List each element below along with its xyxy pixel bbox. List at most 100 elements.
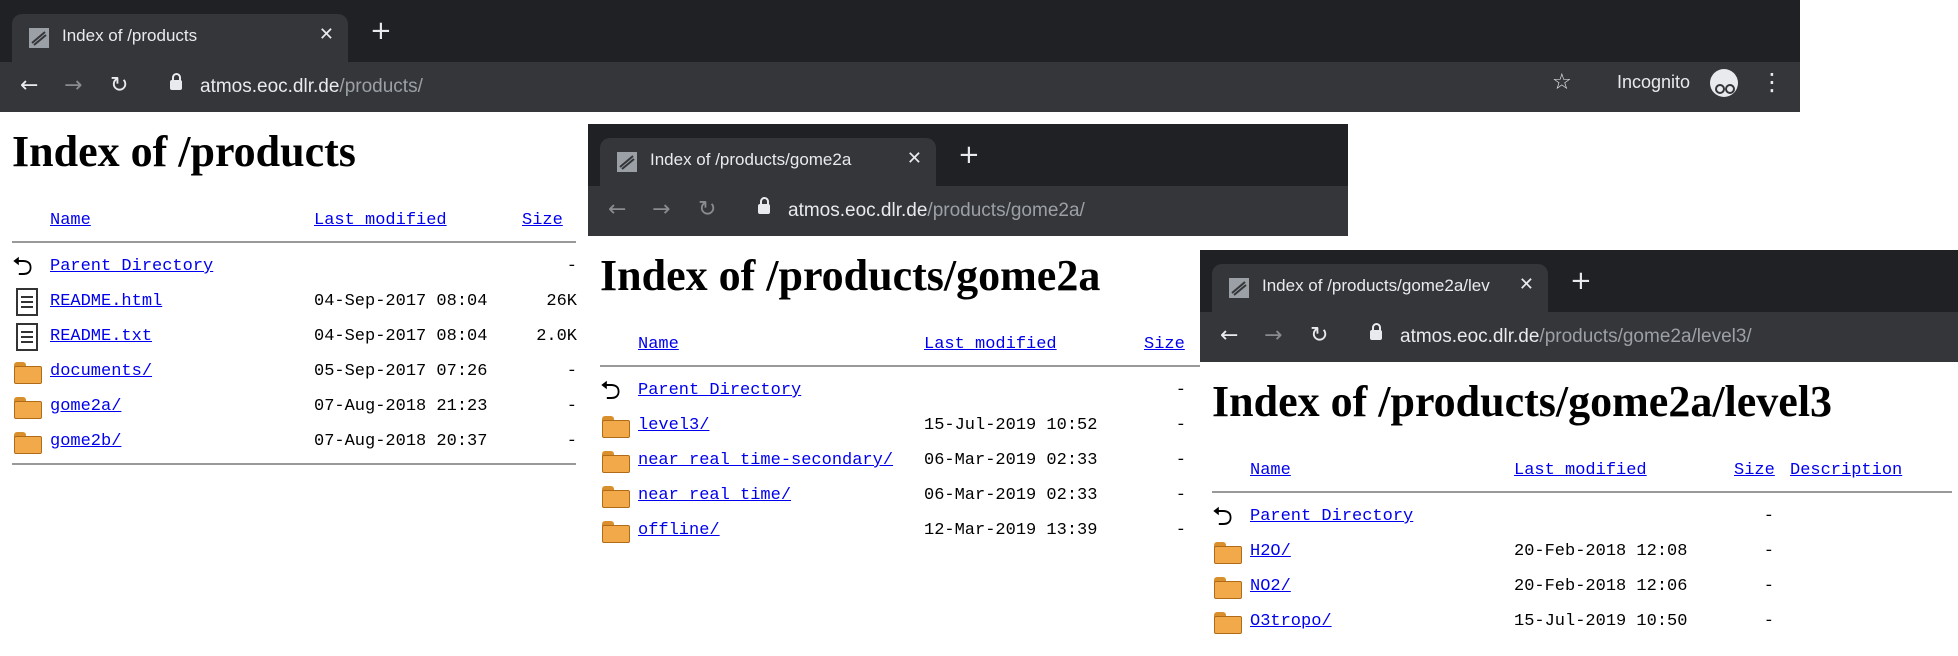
back-icon[interactable]: ←: [1220, 324, 1238, 348]
address-bar[interactable]: atmos.eoc.dlr.de/products/: [160, 68, 1768, 106]
listing-row: README.html 04-Sep-2017 08:04 26K: [12, 288, 577, 323]
sort-by-name-link[interactable]: Name: [1250, 461, 1291, 480]
sort-by-name-link[interactable]: Name: [50, 211, 91, 230]
entry-link[interactable]: near_real_time/: [638, 486, 791, 505]
forward-icon[interactable]: →: [64, 74, 82, 98]
entry-link[interactable]: gome2b/: [50, 432, 121, 451]
entry-link[interactable]: NO2/: [1250, 577, 1291, 596]
tab-strip: Index of /products/gome2a ✕ +: [588, 124, 1348, 186]
sort-by-description-link[interactable]: Description: [1790, 461, 1902, 480]
entry-size: -: [566, 397, 577, 416]
reload-icon[interactable]: ↻: [1310, 324, 1328, 348]
entry-size: 26K: [546, 292, 577, 311]
sort-by-modified-link[interactable]: Last modified: [314, 211, 447, 230]
bookmark-star-icon[interactable]: ☆: [1552, 70, 1572, 95]
address-bar[interactable]: atmos.eoc.dlr.de/products/gome2a/: [748, 192, 1316, 230]
listing-row: ⮌ Parent Directory -: [1212, 503, 1952, 538]
entry-link[interactable]: offline/: [638, 521, 720, 540]
parent-directory-icon: ⮌: [12, 252, 33, 282]
address-bar[interactable]: atmos.eoc.dlr.de/products/gome2a/level3/: [1360, 318, 1926, 356]
entry-link[interactable]: H2O/: [1250, 542, 1291, 561]
folder-icon: [602, 486, 630, 508]
close-tab-icon[interactable]: ✕: [907, 148, 922, 169]
folder-icon: [602, 416, 630, 438]
parent-directory-icon: ⮌: [1212, 502, 1233, 532]
directory-listing: Name Last modified Size ⮌ Parent Director…: [600, 331, 1200, 552]
folder-icon: [602, 521, 630, 543]
new-tab-icon[interactable]: +: [1570, 268, 1592, 294]
new-tab-icon[interactable]: +: [370, 18, 392, 44]
reload-icon[interactable]: ↻: [110, 74, 128, 98]
document-icon: [16, 288, 38, 316]
header-divider: [1212, 491, 1952, 493]
sort-by-size-link[interactable]: Size: [522, 211, 563, 230]
directory-listing: Name Last modified Size Description ⮌ Par…: [1212, 457, 1952, 643]
toolbar: ← → ↻ atmos.eoc.dlr.de/products/gome2a/: [588, 186, 1348, 236]
tab-level3[interactable]: Index of /products/gome2a/lev ✕: [1212, 264, 1548, 312]
entry-size: -: [566, 432, 577, 451]
folder-icon: [1214, 542, 1242, 564]
listing-row: near_real_time/06-Mar-2019 02:33 -: [600, 482, 1200, 517]
folder-icon: [1214, 577, 1242, 599]
sort-by-size-link[interactable]: Size: [1144, 335, 1185, 354]
sort-by-name-link[interactable]: Name: [638, 335, 679, 354]
tab-strip: Index of /products/gome2a/lev ✕ +: [1200, 250, 1958, 312]
entry-link[interactable]: O3tropo/: [1250, 612, 1332, 631]
entry-modified: 20-Feb-2018 12:06: [1514, 577, 1688, 596]
entry-link[interactable]: README.html: [50, 292, 162, 311]
listing-row: README.txt 04-Sep-2017 08:04 2.0K: [12, 323, 577, 358]
listing-row: ⮌ Parent Directory -: [600, 377, 1200, 412]
forward-icon[interactable]: →: [1264, 324, 1282, 348]
entry-link[interactable]: Parent Directory: [50, 257, 213, 276]
back-icon[interactable]: ←: [20, 74, 38, 98]
entry-link[interactable]: Parent Directory: [1250, 507, 1413, 526]
page-content: Index of /products/gome2a/level3 Name La…: [1200, 376, 1958, 643]
close-tab-icon[interactable]: ✕: [319, 24, 334, 45]
entry-link[interactable]: Parent Directory: [638, 381, 801, 400]
listing-row: documents/05-Sep-2017 07:26 -: [12, 358, 577, 393]
incognito-icon[interactable]: [1710, 69, 1738, 97]
back-icon[interactable]: ←: [608, 198, 626, 222]
entry-modified: 15-Jul-2019 10:50: [1514, 612, 1688, 631]
entry-link[interactable]: level3/: [638, 416, 709, 435]
lock-icon: [758, 197, 770, 214]
entry-link[interactable]: README.txt: [50, 327, 152, 346]
entry-size: -: [566, 362, 577, 381]
tab-gome2a[interactable]: Index of /products/gome2a ✕: [600, 138, 936, 186]
entry-modified: 07-Aug-2018 20:37: [314, 432, 488, 451]
menu-icon[interactable]: ⋮: [1760, 68, 1784, 96]
entry-modified: 15-Jul-2019 10:52: [924, 416, 1098, 435]
footer-divider: [12, 463, 576, 465]
entry-size: -: [1175, 416, 1186, 435]
listing-header: Name Last modified Size: [12, 207, 576, 233]
sort-by-modified-link[interactable]: Last modified: [1514, 461, 1647, 480]
page-title: Index of /products/gome2a/level3: [1212, 377, 1833, 426]
tab-strip: Index of /products ✕ +: [0, 0, 1800, 62]
entry-size: -: [1763, 542, 1774, 561]
listing-row: gome2b/07-Aug-2018 20:37 -: [12, 428, 577, 463]
listing-row: O3tropo/15-Jul-2019 10:50 -: [1212, 608, 1952, 643]
dlr-favicon-icon: [29, 28, 49, 48]
folder-icon: [14, 362, 42, 384]
reload-icon[interactable]: ↻: [698, 198, 716, 222]
entry-modified: 04-Sep-2017 08:04: [314, 327, 488, 346]
browser-chrome: Index of /products/gome2a/lev ✕ + ← → ↻ …: [1200, 250, 1958, 362]
folder-icon: [1214, 612, 1242, 634]
incognito-label: Incognito: [1617, 72, 1691, 92]
sort-by-modified-link[interactable]: Last modified: [924, 335, 1057, 354]
entry-link[interactable]: documents/: [50, 362, 152, 381]
directory-listing: Name Last modified Size ⮌ Parent Director…: [12, 207, 577, 465]
listing-row: offline/12-Mar-2019 13:39 -: [600, 517, 1200, 552]
new-tab-icon[interactable]: +: [958, 142, 980, 168]
tab-title: Index of /products: [62, 26, 198, 45]
tab-products[interactable]: Index of /products ✕: [12, 14, 348, 62]
listing-row: level3/15-Jul-2019 10:52 -: [600, 412, 1200, 447]
entry-link[interactable]: gome2a/: [50, 397, 121, 416]
url-text: atmos.eoc.dlr.de/products/: [200, 76, 423, 97]
close-tab-icon[interactable]: ✕: [1519, 274, 1534, 295]
entry-link[interactable]: near_real_time-secondary/: [638, 451, 893, 470]
sort-by-size-link[interactable]: Size: [1734, 461, 1775, 480]
entry-modified: 06-Mar-2019 02:33: [924, 451, 1098, 470]
forward-icon[interactable]: →: [652, 198, 670, 222]
entry-size: 2.0K: [536, 327, 577, 346]
